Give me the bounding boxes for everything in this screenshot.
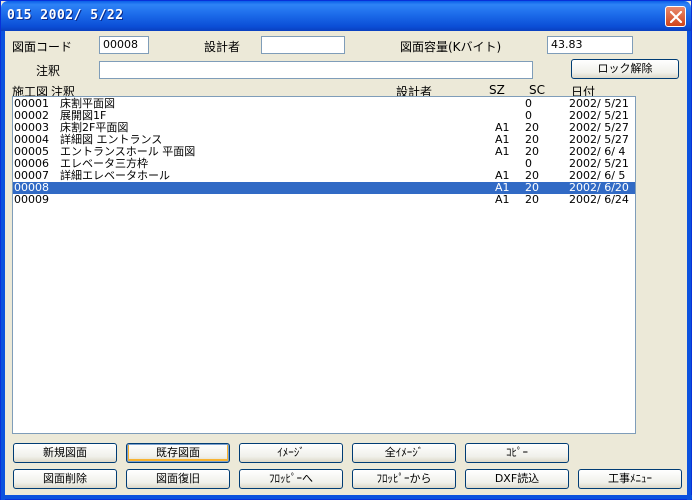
- designer-label: 設計者: [204, 40, 241, 54]
- list-item[interactable]: 00007 詳細エレベータホール A1 20 2002/ 6/ 5: [13, 170, 635, 182]
- row-sz: A1: [495, 193, 510, 206]
- window-frame-bottom: [1, 495, 692, 499]
- row-sz: A1: [495, 145, 510, 158]
- unlock-button[interactable]: ロック解除: [571, 59, 679, 79]
- delete-drawing-button[interactable]: 図面削除: [13, 469, 117, 489]
- close-icon: [670, 11, 682, 23]
- to-floppy-button[interactable]: ﾌﾛｯﾋﾟｰへ: [239, 469, 343, 489]
- dxf-read-button[interactable]: DXF読込: [465, 469, 569, 489]
- row-code: 00009: [14, 193, 49, 206]
- from-floppy-button[interactable]: ﾌﾛｯﾋﾟｰから: [352, 469, 456, 489]
- column-header-sz: SZ: [489, 83, 505, 97]
- window-frame-left: [1, 31, 5, 500]
- drawing-code-label: 図面コード: [12, 40, 73, 54]
- column-header-sc: SC: [529, 83, 545, 97]
- title-bar[interactable]: 015 2002/ 5/22: [1, 1, 691, 31]
- capacity-label: 図面容量(Kバイト): [400, 40, 502, 54]
- existing-drawing-button[interactable]: 既存図面: [126, 443, 230, 463]
- row-sc: 20: [525, 193, 539, 206]
- drawing-code-field[interactable]: 00008: [99, 36, 149, 54]
- restore-drawing-button[interactable]: 図面復旧: [126, 469, 230, 489]
- construction-menu-button[interactable]: 工事ﾒﾆｭｰ: [578, 469, 682, 489]
- list-item[interactable]: 00009 A1 20 2002/ 6/24: [13, 194, 635, 206]
- designer-field[interactable]: [261, 36, 345, 54]
- close-button[interactable]: [665, 6, 686, 27]
- list-item[interactable]: 00001 床割平面図 0 2002/ 5/21: [13, 98, 635, 110]
- capacity-field[interactable]: 43.83: [547, 36, 633, 54]
- drawing-list[interactable]: 00001 床割平面図 0 2002/ 5/21 00002 展開図1F 0 2…: [12, 96, 636, 434]
- window-frame-right: [687, 31, 691, 500]
- row-date: 2002/ 6/24: [569, 193, 629, 206]
- row-note: 詳細エレベータホール: [60, 169, 170, 182]
- window-title: 015 2002/ 5/22: [7, 8, 124, 23]
- image-button[interactable]: ｲﾒｰｼﾞ: [239, 443, 343, 463]
- new-drawing-button[interactable]: 新規図面: [13, 443, 117, 463]
- list-item-selected[interactable]: 00008 A1 20 2002/ 6/20: [13, 182, 635, 194]
- note-label: 注釈: [36, 64, 61, 78]
- all-images-button[interactable]: 全ｲﾒｰｼﾞ: [352, 443, 456, 463]
- main-window: 015 2002/ 5/22 図面コード 00008 設計者 図面容量(Kバイト…: [0, 0, 692, 500]
- copy-button[interactable]: ｺﾋﾟｰ: [465, 443, 569, 463]
- note-field[interactable]: [99, 61, 533, 79]
